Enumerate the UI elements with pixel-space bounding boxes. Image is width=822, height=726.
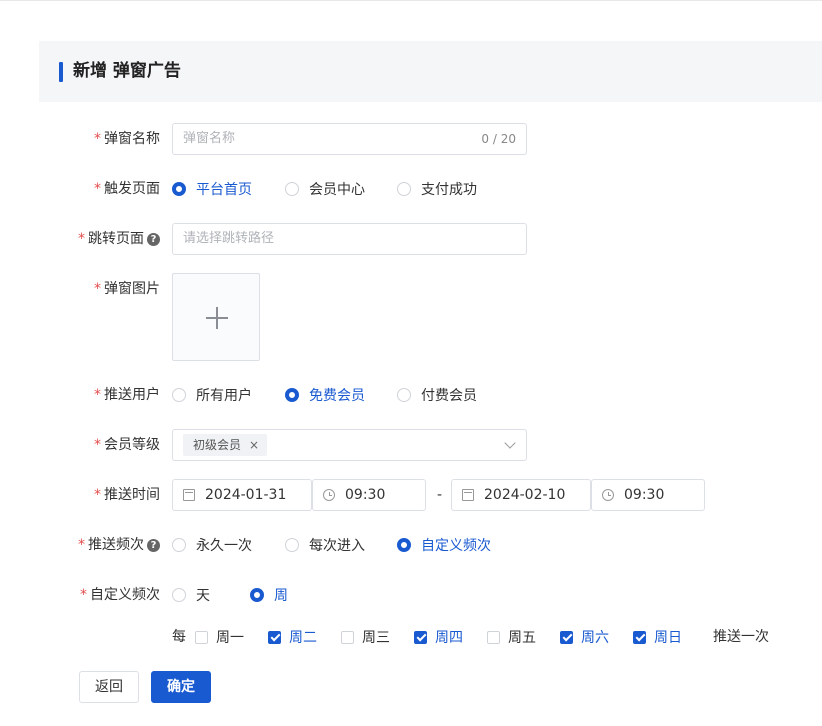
redirect-path-placeholder: 请选择跳转路径 bbox=[183, 231, 275, 246]
popup-name-placeholder: 弹窗名称 bbox=[183, 131, 236, 146]
push-frequency-radio-group: 永久一次 每次进入 自定义频次 bbox=[172, 529, 523, 561]
page-title: 新增 弹窗广告 bbox=[73, 61, 181, 81]
radio-frequency-every-entry[interactable]: 每次进入 bbox=[285, 535, 365, 555]
radio-users-all[interactable]: 所有用户 bbox=[172, 385, 252, 405]
push-frequency-label: * 推送频次? bbox=[78, 529, 160, 561]
weekday-suffix: 推送一次 bbox=[713, 629, 769, 645]
redirect-page-label: * 跳转页面? bbox=[78, 223, 160, 255]
push-time-label: * 推送时间 bbox=[94, 487, 160, 503]
checkbox-friday[interactable]: 周五 bbox=[487, 627, 536, 647]
member-level-tag: 初级会员 × bbox=[183, 434, 268, 456]
custom-frequency-label: * 自定义频次 bbox=[80, 587, 160, 603]
popup-image-label: * 弹窗图片 bbox=[94, 281, 160, 297]
radio-trigger-home[interactable]: 平台首页 bbox=[172, 179, 252, 199]
end-time-picker[interactable]: 09:30 bbox=[591, 479, 705, 511]
form-row-member-level: * 会员等级 初级会员 × bbox=[0, 429, 822, 461]
chevron-down-icon bbox=[504, 437, 516, 449]
checkbox-tuesday[interactable]: 周二 bbox=[268, 627, 317, 647]
checkbox-sunday[interactable]: 周日 bbox=[633, 627, 682, 647]
checkbox-saturday[interactable]: 周六 bbox=[560, 627, 609, 647]
redirect-path-input[interactable]: 请选择跳转路径 bbox=[172, 223, 527, 255]
radio-custom-day[interactable]: 天 bbox=[172, 585, 210, 605]
custom-frequency-radio-group: 天 周 bbox=[172, 579, 320, 611]
checkbox-wednesday[interactable]: 周三 bbox=[341, 627, 390, 647]
question-circle-icon[interactable]: ? bbox=[147, 232, 160, 246]
radio-users-paid[interactable]: 付费会员 bbox=[397, 385, 477, 405]
confirm-button[interactable]: 确定 bbox=[151, 671, 211, 703]
page-header: 新增 弹窗广告 bbox=[39, 41, 822, 102]
radio-users-free[interactable]: 免费会员 bbox=[285, 385, 365, 405]
start-date-picker[interactable]: 2024-01-31 bbox=[172, 479, 312, 511]
checkbox-thursday[interactable]: 周四 bbox=[414, 627, 463, 647]
checkbox-monday[interactable]: 周一 bbox=[195, 627, 244, 647]
push-users-radio-group: 所有用户 免费会员 付费会员 bbox=[172, 379, 509, 411]
popup-name-label: * 弹窗名称 bbox=[94, 131, 160, 147]
form-row-custom-frequency: * 自定义频次 天 周 bbox=[0, 579, 822, 611]
form-row-popup-name: * 弹窗名称 弹窗名称 0 / 20 bbox=[0, 123, 822, 155]
form-row-push-time: * 推送时间 2024-01-31 09:30 - 2024-02-10 09:3… bbox=[0, 479, 822, 511]
form-row-popup-image: * 弹窗图片 bbox=[0, 273, 822, 361]
radio-frequency-once-forever[interactable]: 永久一次 bbox=[172, 535, 252, 555]
popup-name-input[interactable]: 弹窗名称 0 / 20 bbox=[172, 123, 527, 155]
form-row-push-users: * 推送用户 所有用户 免费会员 付费会员 bbox=[0, 379, 822, 411]
end-date-picker[interactable]: 2024-02-10 bbox=[451, 479, 591, 511]
radio-trigger-member-center[interactable]: 会员中心 bbox=[285, 179, 365, 199]
radio-custom-week[interactable]: 周 bbox=[250, 585, 288, 605]
char-counter: 0 / 20 bbox=[481, 132, 516, 146]
calendar-icon bbox=[183, 489, 195, 501]
radio-trigger-payment-success[interactable]: 支付成功 bbox=[397, 179, 477, 199]
push-users-label: * 推送用户 bbox=[94, 387, 160, 403]
clock-icon bbox=[323, 489, 335, 501]
tag-close-icon[interactable]: × bbox=[249, 434, 259, 456]
calendar-icon bbox=[462, 489, 474, 501]
member-level-select[interactable]: 初级会员 × bbox=[172, 429, 527, 461]
weekday-prefix: 每 bbox=[172, 629, 186, 645]
trigger-page-label: * 触发页面 bbox=[94, 181, 160, 197]
member-level-label: * 会员等级 bbox=[94, 437, 160, 453]
clock-icon bbox=[602, 489, 614, 501]
weekday-selector-row: 每 周一 周二 周三 周四 周五 周六 周日 推送一次 bbox=[0, 621, 822, 653]
top-divider bbox=[0, 0, 822, 1]
radio-frequency-custom[interactable]: 自定义频次 bbox=[397, 535, 491, 555]
range-separator: - bbox=[437, 487, 443, 503]
image-upload-button[interactable] bbox=[172, 273, 260, 361]
question-circle-icon[interactable]: ? bbox=[147, 538, 160, 552]
start-time-picker[interactable]: 09:30 bbox=[312, 479, 426, 511]
form-row-push-frequency: * 推送频次? 永久一次 每次进入 自定义频次 bbox=[0, 529, 822, 561]
back-button[interactable]: 返回 bbox=[79, 671, 139, 703]
form-row-redirect-page: * 跳转页面? 请选择跳转路径 bbox=[0, 223, 822, 255]
trigger-page-radio-group: 平台首页 会员中心 支付成功 bbox=[172, 173, 509, 205]
title-accent-bar bbox=[59, 62, 63, 82]
weekday-checkbox-group: 周一 周二 周三 周四 周五 周六 周日 bbox=[195, 621, 706, 653]
form-row-trigger-page: * 触发页面 平台首页 会员中心 支付成功 bbox=[0, 173, 822, 205]
